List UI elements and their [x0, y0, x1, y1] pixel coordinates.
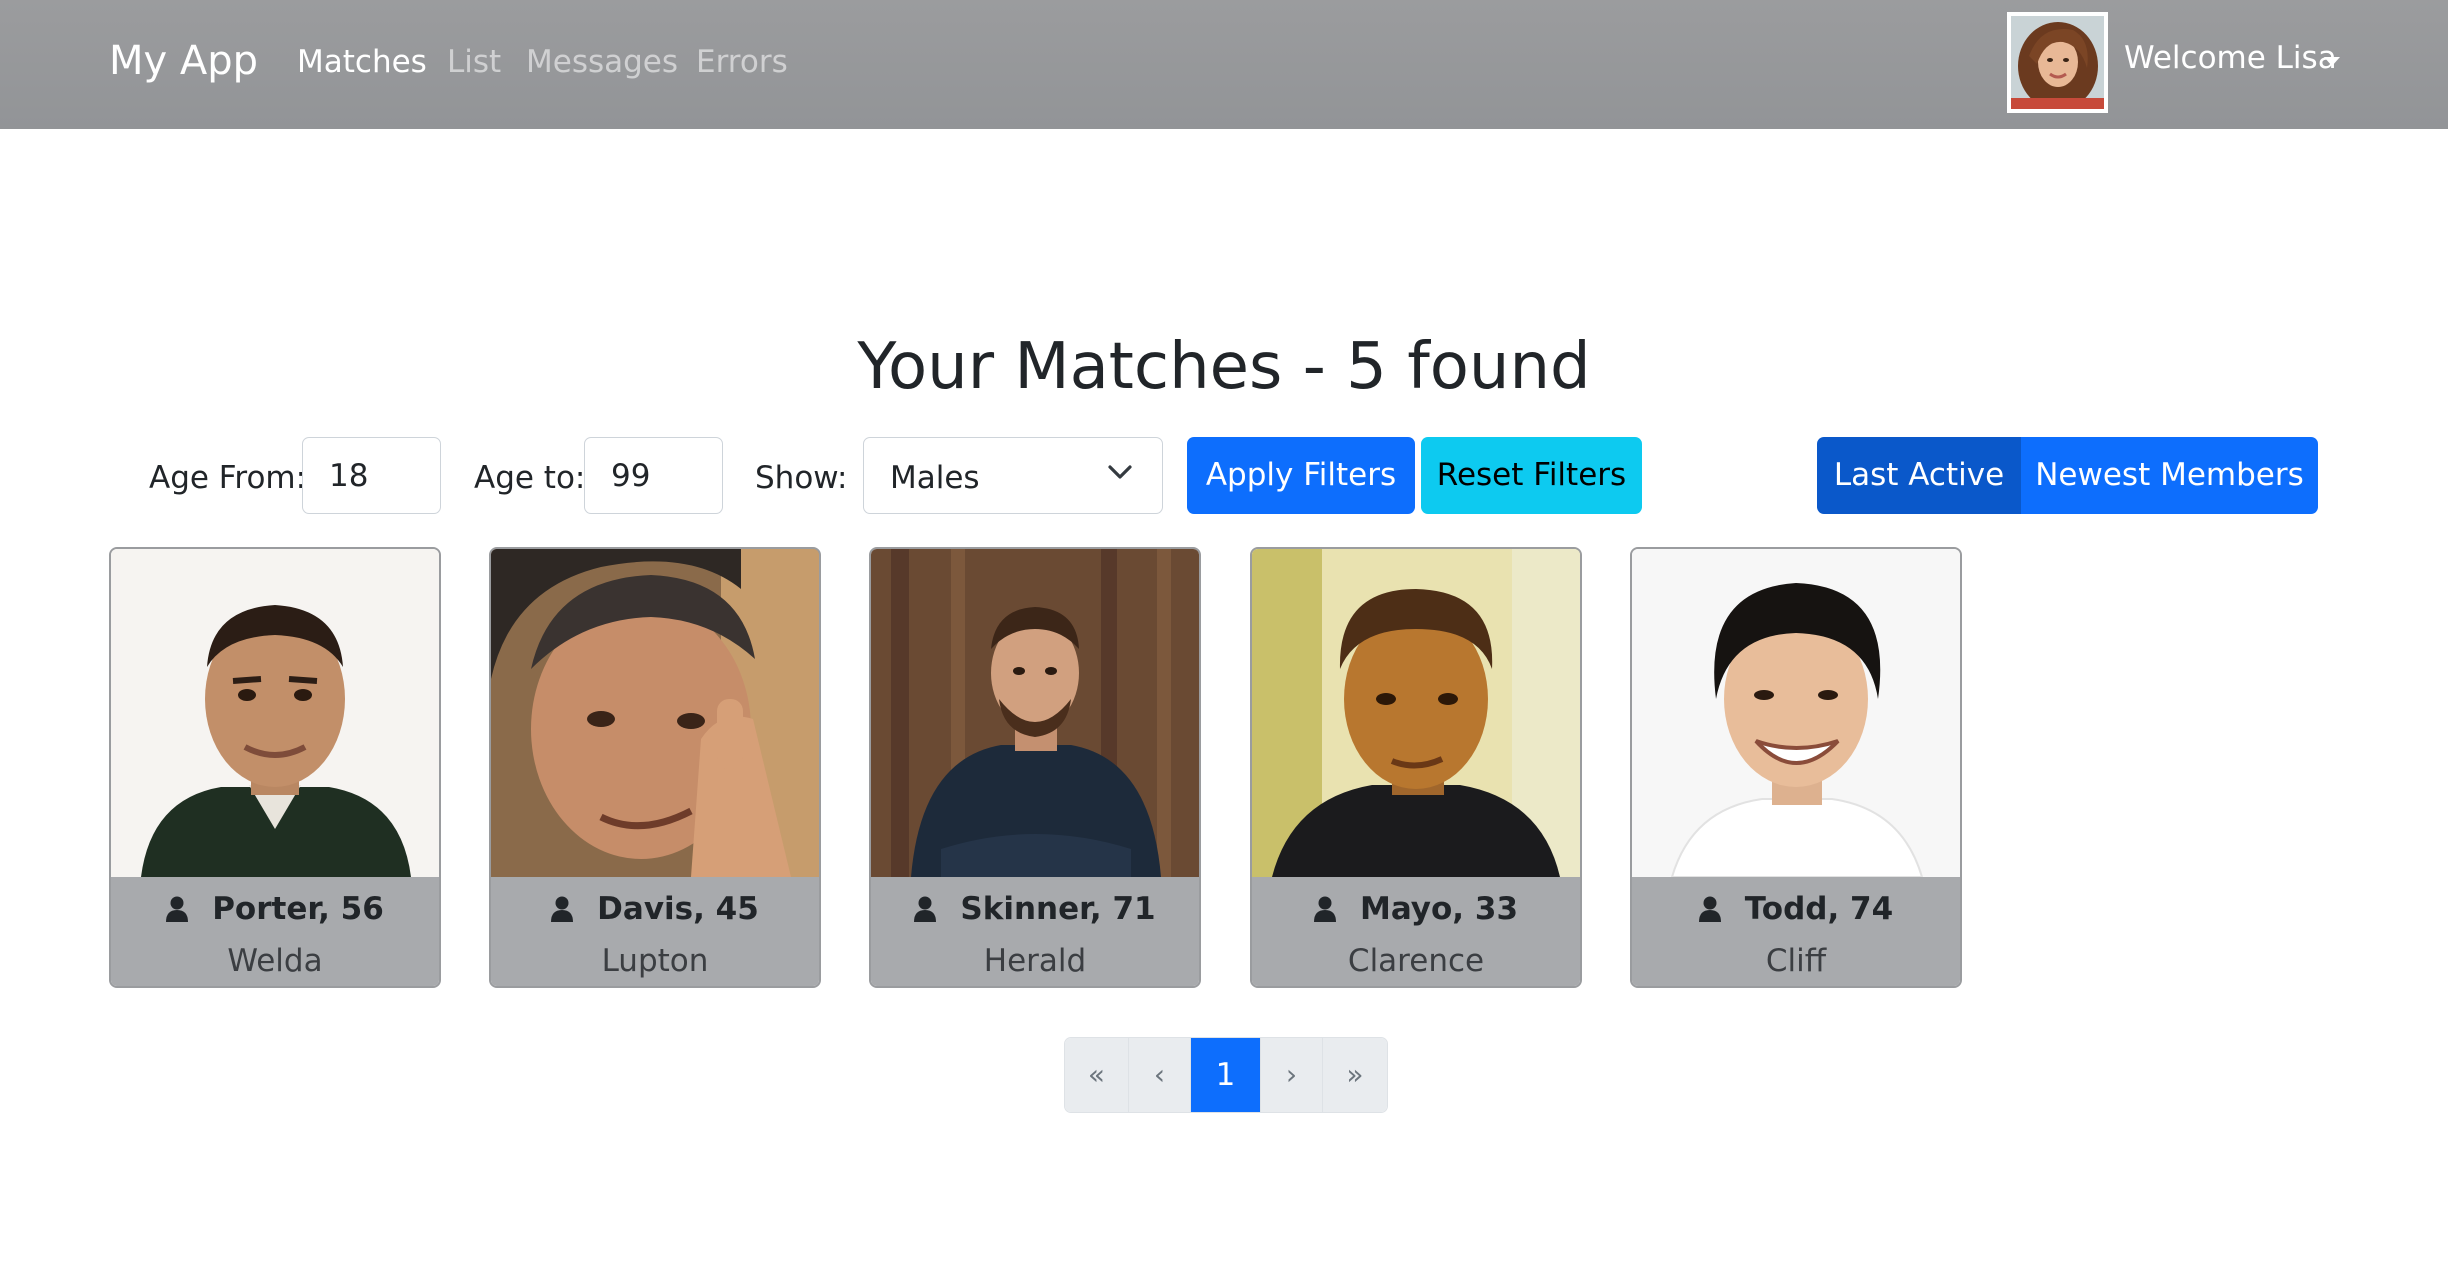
brand-link[interactable]: My App [109, 38, 258, 84]
member-name-age: Skinner, 71 [960, 891, 1156, 927]
member-card[interactable]: Davis, 45 Lupton [489, 547, 821, 988]
page-current-button[interactable]: 1 [1191, 1038, 1261, 1112]
user-icon [166, 894, 189, 930]
page-prev-button[interactable]: ‹ [1129, 1038, 1191, 1112]
page-next-button[interactable]: › [1261, 1038, 1323, 1112]
member-photo [491, 549, 819, 877]
card-footer: Skinner, 71 Herald [871, 877, 1199, 986]
sort-newest-members-button[interactable]: Newest Members [2021, 437, 2318, 514]
age-to-label: Age to: [474, 460, 586, 496]
card-footer: Davis, 45 Lupton [491, 877, 819, 986]
user-icon [551, 894, 574, 930]
card-footer: Porter, 56 Welda [111, 877, 439, 986]
nav-link-errors[interactable]: Errors [696, 44, 788, 80]
member-city: Welda [227, 943, 323, 979]
nav-link-messages[interactable]: Messages [526, 44, 678, 80]
sort-button-group: Last Active Newest Members [1817, 437, 2318, 514]
member-card[interactable]: Porter, 56 Welda [109, 547, 441, 988]
member-name-age: Porter, 56 [212, 891, 384, 927]
member-city: Clarence [1347, 943, 1485, 979]
age-from-label: Age From: [149, 460, 307, 496]
member-photo [871, 549, 1199, 877]
page-first-button[interactable]: « [1065, 1038, 1129, 1112]
user-icon [914, 894, 937, 930]
apply-filters-button[interactable]: Apply Filters [1187, 437, 1415, 514]
chevron-down-icon [1108, 464, 1132, 484]
member-name-age: Mayo, 33 [1359, 891, 1519, 927]
member-city: Cliff [1765, 943, 1827, 979]
member-name-age: Todd, 74 [1744, 891, 1894, 927]
age-to-input[interactable] [584, 437, 723, 514]
member-name-age: Davis, 45 [597, 891, 759, 927]
card-footer: Todd, 74 Cliff [1632, 877, 1960, 986]
page-last-button[interactable]: » [1323, 1038, 1387, 1112]
navbar: My App Matches List Messages Errors Welc… [0, 0, 2448, 129]
member-city: Lupton [601, 943, 709, 979]
member-city: Herald [983, 943, 1087, 979]
caret-down-icon[interactable] [2324, 57, 2340, 66]
pagination: « ‹ 1 › » [1064, 1037, 1388, 1113]
gender-select[interactable]: Males [863, 437, 1163, 514]
welcome-dropdown[interactable]: Welcome Lisa [2124, 40, 2337, 76]
user-avatar-photo [2011, 16, 2104, 109]
gender-select-value: Males [890, 460, 980, 496]
age-from-input[interactable] [302, 437, 441, 514]
user-icon [1698, 894, 1721, 930]
member-photo [111, 549, 439, 877]
avatar[interactable] [2007, 12, 2108, 113]
member-photo [1252, 549, 1580, 877]
sort-last-active-button[interactable]: Last Active [1817, 437, 2021, 514]
member-card[interactable]: Mayo, 33 Clarence [1250, 547, 1582, 988]
page-title: Your Matches - 5 found [857, 330, 1591, 404]
member-card[interactable]: Skinner, 71 Herald [869, 547, 1201, 988]
card-footer: Mayo, 33 Clarence [1252, 877, 1580, 986]
nav-link-list[interactable]: List [447, 44, 501, 80]
show-label: Show: [755, 460, 848, 496]
member-photo [1632, 549, 1960, 877]
member-card[interactable]: Todd, 74 Cliff [1630, 547, 1962, 988]
reset-filters-button[interactable]: Reset Filters [1421, 437, 1642, 514]
user-icon [1313, 894, 1336, 930]
nav-link-matches[interactable]: Matches [297, 44, 427, 80]
